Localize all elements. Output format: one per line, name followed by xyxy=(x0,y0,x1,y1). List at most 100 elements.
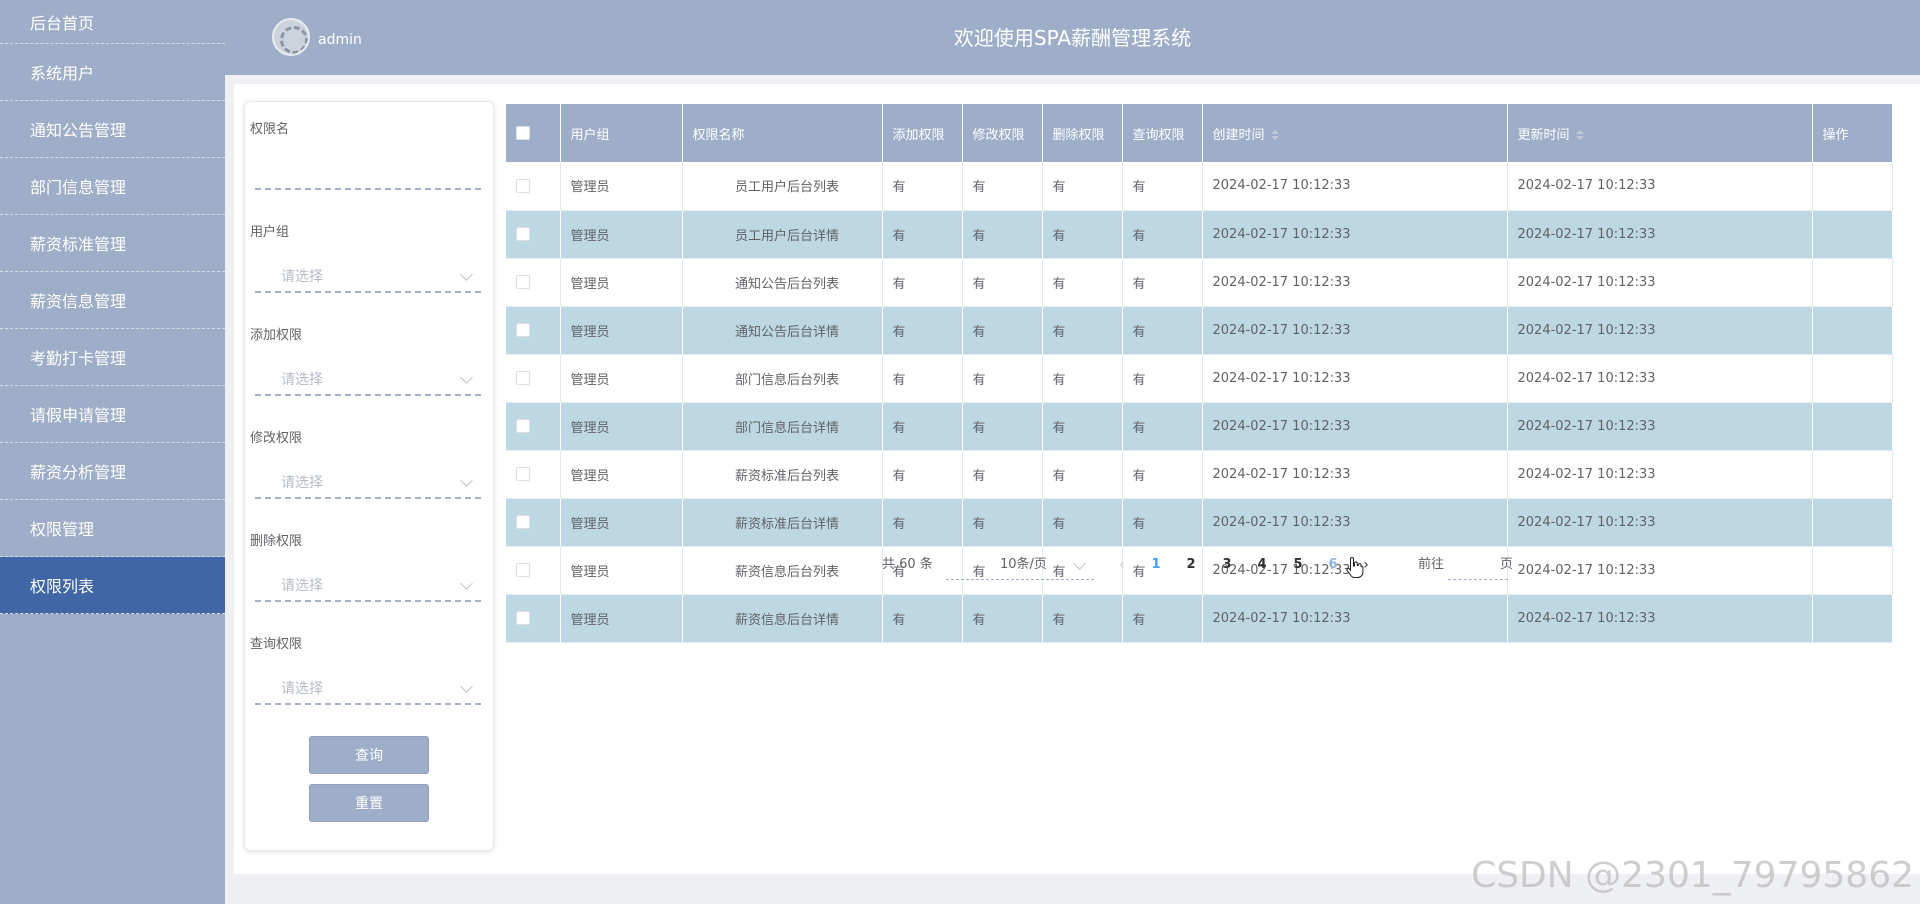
query-button[interactable]: 查询 xyxy=(309,736,429,774)
page-2[interactable]: 2 xyxy=(1179,550,1203,580)
user-group-select[interactable]: 请选择 xyxy=(255,261,481,293)
sidebar-item-salary-standards[interactable]: 薪资标准管理 xyxy=(0,215,225,272)
next-page-icon[interactable]: › xyxy=(1356,550,1376,580)
table-row[interactable]: 管理员 部门信息后台详情有有有有 2024-02-17 10:12:33 2024-0… xyxy=(506,402,1893,451)
row-checkbox[interactable] xyxy=(516,371,530,385)
query-perm-label: 查询权限 xyxy=(250,637,303,652)
cell-action xyxy=(1812,498,1893,547)
col-edit: 修改权限 xyxy=(962,104,1043,162)
sort-icon[interactable] xyxy=(1270,130,1279,140)
table-row[interactable]: 管理员 薪资信息后台详情有有有有 2024-02-17 10:12:33 2024-0… xyxy=(506,594,1893,643)
sidebar-item-label: 薪资标准管理 xyxy=(30,235,127,254)
sidebar-item-notices[interactable]: 通知公告管理 xyxy=(0,101,225,158)
row-checkbox[interactable] xyxy=(516,227,530,241)
query-perm-select[interactable]: 请选择 xyxy=(255,673,481,705)
sidebar-item-permission-list[interactable]: 权限列表 xyxy=(0,557,225,614)
col-perm-name: 权限名称 xyxy=(682,104,883,162)
cell-created: 2024-02-17 10:12:33 xyxy=(1202,402,1508,451)
col-user-group: 用户组 xyxy=(560,104,683,162)
page-5[interactable]: 5 xyxy=(1286,550,1310,580)
cell-edit: 有 xyxy=(962,258,1043,307)
chevron-down-icon xyxy=(460,371,473,384)
cell-add: 有 xyxy=(882,594,963,643)
select-all-cell xyxy=(506,104,561,162)
row-checkbox[interactable] xyxy=(516,467,530,481)
cell-add: 有 xyxy=(882,306,963,355)
page-1[interactable]: 1 xyxy=(1144,550,1168,580)
add-perm-select[interactable]: 请选择 xyxy=(255,364,481,396)
sidebar-item-label: 薪资信息管理 xyxy=(30,292,127,311)
page-3[interactable]: 3 xyxy=(1215,550,1239,580)
page-size-select[interactable]: 10条/页 xyxy=(946,550,1094,580)
page-size-label: 10条/页 xyxy=(1000,557,1047,572)
row-checkbox-cell xyxy=(506,594,561,643)
table-row[interactable]: 管理员 薪资标准后台详情有有有有 2024-02-17 10:12:33 2024-0… xyxy=(506,498,1893,547)
table-row[interactable]: 管理员 薪资标准后台列表有有有有 2024-02-17 10:12:33 2024-0… xyxy=(506,450,1893,499)
row-checkbox[interactable] xyxy=(516,611,530,625)
cell-query: 有 xyxy=(1122,402,1203,451)
row-checkbox[interactable] xyxy=(516,323,530,337)
row-checkbox-cell xyxy=(506,402,561,451)
table-row[interactable]: 管理员 通知公告后台详情有有有有 2024-02-17 10:12:33 2024-0… xyxy=(506,306,1893,355)
prev-page-icon[interactable]: ‹ xyxy=(1112,550,1132,580)
sidebar-item-label: 部门信息管理 xyxy=(30,178,127,197)
sidebar-item-system-users[interactable]: 系统用户 xyxy=(0,44,225,101)
cell-updated: 2024-02-17 10:12:33 xyxy=(1507,354,1813,403)
col-created[interactable]: 创建时间 xyxy=(1202,104,1508,162)
table-row[interactable]: 管理员 员工用户后台详情有有有有 2024-02-17 10:12:33 2024-0… xyxy=(506,210,1893,259)
cell-action xyxy=(1812,306,1893,355)
edit-perm-label: 修改权限 xyxy=(250,431,303,446)
col-updated[interactable]: 更新时间 xyxy=(1507,104,1813,162)
sidebar-item-home[interactable]: 后台首页 xyxy=(0,0,225,44)
table-row[interactable]: 管理员 员工用户后台列表有有有有 2024-02-17 10:12:33 2024-0… xyxy=(506,162,1893,211)
cell-perm-name: 通知公告后台列表 xyxy=(682,258,883,307)
col-created-label: 创建时间 xyxy=(1212,127,1265,143)
cell-updated: 2024-02-17 10:12:33 xyxy=(1507,162,1813,211)
sidebar-item-salary-info[interactable]: 薪资信息管理 xyxy=(0,272,225,329)
cell-delete: 有 xyxy=(1042,450,1123,499)
row-checkbox-cell xyxy=(506,210,561,259)
table-row[interactable]: 管理员 部门信息后台列表有有有有 2024-02-17 10:12:33 2024-0… xyxy=(506,354,1893,403)
sidebar-item-label: 权限列表 xyxy=(30,577,95,596)
cell-updated: 2024-02-17 10:12:33 xyxy=(1507,594,1813,643)
col-updated-label: 更新时间 xyxy=(1517,127,1570,143)
row-checkbox[interactable] xyxy=(516,515,530,529)
goto-page-input[interactable] xyxy=(1448,550,1508,580)
select-all-checkbox[interactable] xyxy=(516,126,530,140)
cell-user-group: 管理员 xyxy=(560,306,683,355)
sidebar-item-salary-analysis[interactable]: 薪资分析管理 xyxy=(0,443,225,500)
sidebar-item-departments[interactable]: 部门信息管理 xyxy=(0,158,225,215)
reset-button[interactable]: 重置 xyxy=(309,784,429,822)
cell-delete: 有 xyxy=(1042,354,1123,403)
sort-icon[interactable] xyxy=(1575,130,1584,140)
row-checkbox[interactable] xyxy=(516,419,530,433)
sidebar-item-label: 请假申请管理 xyxy=(30,406,127,425)
sidebar-item-label: 通知公告管理 xyxy=(30,121,127,140)
row-checkbox-cell xyxy=(506,306,561,355)
perm-name-field[interactable] xyxy=(255,158,481,190)
sidebar-item-label: 权限管理 xyxy=(30,520,95,539)
cell-add: 有 xyxy=(882,402,963,451)
pagination-total: 共 60 条 xyxy=(882,557,933,572)
cell-add: 有 xyxy=(882,450,963,499)
cell-created: 2024-02-17 10:12:33 xyxy=(1202,210,1508,259)
cell-user-group: 管理员 xyxy=(560,354,683,403)
page-6[interactable]: 6 xyxy=(1321,550,1345,580)
sidebar-item-permissions[interactable]: 权限管理 xyxy=(0,500,225,557)
cell-perm-name: 薪资标准后台详情 xyxy=(682,498,883,547)
cell-query: 有 xyxy=(1122,210,1203,259)
header: admin 欢迎使用SPA薪酬管理系统 xyxy=(225,0,1920,75)
col-action: 操作 xyxy=(1812,104,1893,162)
row-checkbox[interactable] xyxy=(516,275,530,289)
sidebar-item-leave[interactable]: 请假申请管理 xyxy=(0,386,225,443)
row-checkbox[interactable] xyxy=(516,178,530,193)
cell-query: 有 xyxy=(1122,258,1203,307)
sidebar-item-attendance[interactable]: 考勤打卡管理 xyxy=(0,329,225,386)
chevron-down-icon xyxy=(460,474,473,487)
perm-name-input[interactable] xyxy=(255,158,481,188)
edit-perm-select[interactable]: 请选择 xyxy=(255,467,481,499)
pagination: 共 60 条 10条/页 ‹ 1 2 3 4 5 6 › 前往 页 xyxy=(234,550,1920,580)
sidebar-item-label: 系统用户 xyxy=(30,64,95,83)
table-row[interactable]: 管理员 通知公告后台列表有有有有 2024-02-17 10:12:33 2024-0… xyxy=(506,258,1893,307)
page-4[interactable]: 4 xyxy=(1250,550,1274,580)
